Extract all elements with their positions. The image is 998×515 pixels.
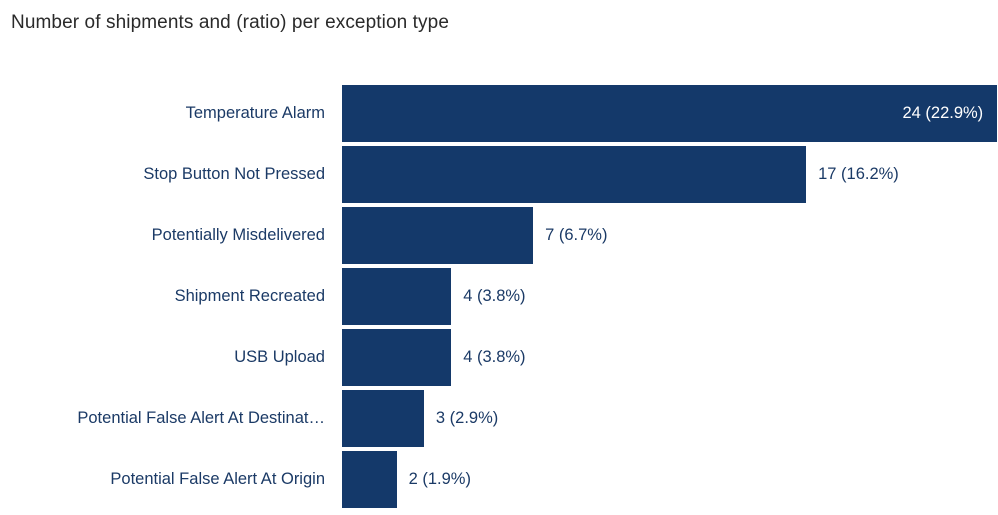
bar[interactable] (342, 207, 534, 264)
category-label: Potentially Misdelivered (151, 226, 325, 244)
bar[interactable] (342, 451, 397, 508)
bar-value-label: 7 (6.7%) (545, 226, 608, 244)
bar[interactable] (342, 146, 807, 203)
bar-row: Shipment Recreated 4 (3.8%) (0, 268, 998, 325)
category-label: Potential False Alert At Destinat… (77, 409, 325, 427)
bar[interactable] (342, 390, 424, 447)
category-label: USB Upload (234, 348, 325, 366)
plot-area: Temperature Alarm 24 (22.9%) Stop Button N… (0, 0, 998, 515)
bar-row: Potential False Alert At Origin 2 (1.9%) (0, 451, 998, 508)
bar-value-label: 2 (1.9%) (408, 470, 471, 488)
bar-value-label: 3 (2.9%) (435, 409, 499, 427)
bar-track: 7 (6.7%) (342, 207, 998, 264)
bar-track: 4 (3.8%) (342, 268, 998, 325)
bar-track: 17 (16.2%) (342, 146, 998, 203)
bar-value-label: 17 (16.2%) (818, 165, 899, 183)
bar-row: Temperature Alarm 24 (22.9%) (0, 85, 998, 142)
bar-track: 4 (3.8%) (342, 329, 998, 386)
bar-row: USB Upload 4 (3.8%) (0, 329, 998, 386)
bar-track: 2 (1.9%) (342, 451, 998, 508)
bar-value-label: 24 (22.9%) (902, 104, 984, 122)
bar-row: Potentially Misdelivered 7 (6.7%) (0, 207, 998, 264)
bar-value-label: 4 (3.8%) (463, 287, 526, 305)
bar-value-label: 4 (3.8%) (463, 348, 526, 366)
category-label: Stop Button Not Pressed (143, 165, 325, 183)
bar-row: Potential False Alert At Destinat… 3 (2.9… (0, 390, 998, 447)
category-label: Temperature Alarm (185, 104, 325, 122)
category-label: Shipment Recreated (174, 287, 325, 305)
category-label: Potential False Alert At Origin (110, 470, 325, 488)
bar-row: Stop Button Not Pressed 17 (16.2%) (0, 146, 998, 203)
bar[interactable] (342, 329, 452, 386)
bar[interactable] (342, 268, 452, 325)
bar-track: 24 (22.9%) (342, 85, 998, 142)
bar-track: 3 (2.9%) (342, 390, 998, 447)
bar-chart: Number of shipments and (ratio) per exce… (0, 0, 998, 515)
